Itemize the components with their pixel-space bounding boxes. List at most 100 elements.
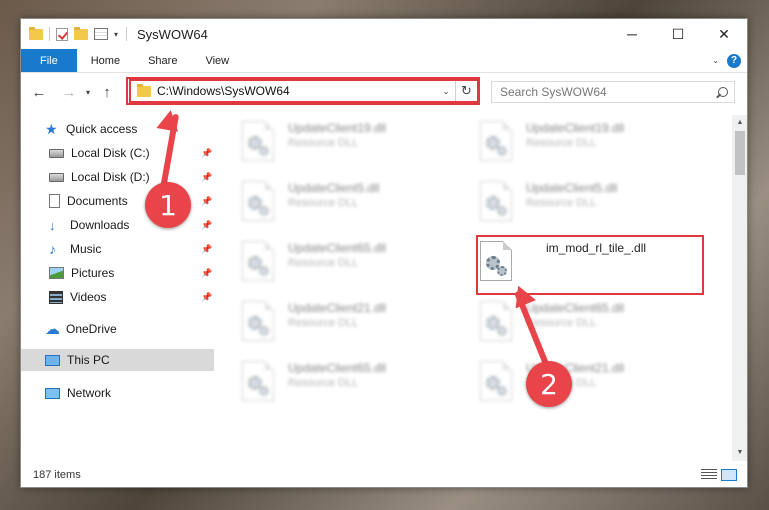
new-folder-icon[interactable]: [74, 26, 88, 40]
tab-share[interactable]: Share: [134, 49, 191, 72]
dll-file-icon: [242, 361, 274, 401]
this-pc-icon: [45, 354, 60, 366]
window-controls: ─ ☐ ✕: [609, 19, 747, 49]
pin-icon[interactable]: 📌: [201, 268, 212, 279]
pin-icon[interactable]: 📌: [201, 172, 212, 183]
status-bar: 187 items: [21, 463, 747, 487]
pin-icon[interactable]: 📌: [201, 148, 212, 159]
file-item[interactable]: UpdateClient65.dll Resource DLL: [452, 297, 682, 347]
item-count: 187 items: [33, 469, 81, 481]
sidebar-item-local-disk-d[interactable]: Local Disk (D:): [49, 166, 214, 188]
close-button[interactable]: ✕: [701, 19, 747, 49]
sidebar-item-pictures[interactable]: Pictures: [49, 262, 214, 284]
sidebar-item-label: This PC: [67, 353, 110, 367]
file-name: UpdateClient19.dll: [526, 121, 625, 135]
vertical-scrollbar[interactable]: ▲ ▼: [732, 115, 747, 461]
address-highlight-box: [126, 77, 480, 105]
search-box[interactable]: Search SysWOW64: [491, 81, 735, 103]
folder-icon: [29, 26, 43, 40]
large-icons-view-icon[interactable]: [721, 469, 737, 481]
annotation-arrow-head-1: [156, 108, 182, 132]
annotation-badge-2: 2: [526, 361, 572, 407]
dll-file-icon: [242, 181, 274, 221]
forward-button[interactable]: →: [57, 84, 81, 101]
file-type: Resource DLL: [288, 257, 359, 269]
file-item[interactable]: UpdateClient5.dll Resource DLL: [452, 177, 682, 227]
dll-file-icon: [242, 301, 274, 341]
scroll-thumb[interactable]: [735, 131, 745, 175]
sidebar-item-label: Documents: [67, 194, 128, 208]
file-name: UpdateClient5.dll: [288, 181, 380, 195]
sidebar-item-music[interactable]: ♪ Music: [49, 238, 214, 260]
expand-ribbon-icon[interactable]: ⌄: [712, 56, 719, 65]
sidebar-item-label: Local Disk (C:): [71, 146, 150, 160]
minimize-button[interactable]: ─: [609, 19, 655, 49]
properties-check-icon[interactable]: [56, 27, 68, 41]
chevron-down-icon[interactable]: ▾: [114, 30, 118, 39]
network-icon: [45, 387, 60, 399]
up-button[interactable]: ↑: [95, 84, 119, 101]
ribbon-tabs: File Home Share View ⌄ ?: [21, 49, 747, 73]
pin-icon[interactable]: 📌: [201, 196, 212, 207]
back-button[interactable]: ←: [27, 84, 51, 101]
sidebar-item-downloads[interactable]: ↓ Downloads: [49, 214, 214, 236]
file-item[interactable]: UpdateClient19.dll Resource DLL: [452, 117, 682, 167]
file-item[interactable]: UpdateClient65.dll Resource DLL: [214, 237, 444, 287]
sidebar-item-network[interactable]: Network: [45, 382, 214, 404]
details-view-icon[interactable]: [701, 469, 717, 481]
sidebar-item-label: Music: [70, 242, 102, 256]
videos-icon: [49, 290, 63, 304]
sidebar-item-videos[interactable]: Videos: [49, 286, 214, 308]
toolbar-separator: [49, 27, 50, 41]
music-icon: ♪: [49, 240, 56, 257]
ribbon-right: ⌄ ?: [712, 49, 747, 72]
sidebar-item-label: Videos: [70, 290, 107, 304]
pin-icon[interactable]: 📌: [201, 292, 212, 303]
quick-access-toolbar: ▾: [21, 26, 118, 41]
onedrive-icon: ☁: [45, 320, 60, 338]
help-icon[interactable]: ?: [727, 53, 741, 68]
file-name: UpdateClient21.dll: [288, 301, 387, 315]
tab-view[interactable]: View: [191, 49, 243, 72]
customize-icon[interactable]: [94, 28, 108, 40]
file-highlight-box: [476, 235, 704, 295]
file-item[interactable]: UpdateClient19.dll Resource DLL: [214, 117, 444, 167]
sidebar-item-local-disk-c[interactable]: Local Disk (C:): [49, 142, 214, 164]
dll-file-icon: [242, 241, 274, 281]
recent-locations-button[interactable]: ▾: [81, 88, 95, 97]
title-bar: ▾ SysWOW64 ─ ☐ ✕: [21, 19, 747, 49]
disk-icon: [49, 172, 64, 182]
sidebar-item-this-pc[interactable]: This PC: [21, 349, 214, 371]
file-type: Resource DLL: [288, 197, 359, 209]
search-input[interactable]: Search SysWOW64: [500, 85, 607, 99]
tab-file[interactable]: File: [21, 49, 77, 72]
sidebar-item-label: Local Disk (D:): [71, 170, 150, 184]
file-name: UpdateClient19.dll: [288, 121, 387, 135]
file-item[interactable]: UpdateClient21.dll Resource DLL: [214, 297, 444, 347]
sidebar-item-label: Network: [67, 386, 112, 400]
view-buttons: [701, 469, 747, 481]
pictures-icon: [49, 267, 64, 279]
file-name: UpdateClient65.dll: [526, 301, 625, 315]
navigation-pane: ★ Quick access Local Disk (C:) Local Dis…: [21, 115, 214, 461]
file-item[interactable]: UpdateClient5.dll Resource DLL: [214, 177, 444, 227]
pin-icon[interactable]: 📌: [201, 244, 212, 255]
file-type: Resource DLL: [288, 137, 359, 149]
tab-home[interactable]: Home: [77, 49, 134, 72]
sidebar-item-onedrive[interactable]: ☁ OneDrive: [45, 318, 214, 340]
scroll-down-arrow-icon[interactable]: ▼: [732, 445, 747, 461]
window-title: SysWOW64: [137, 26, 208, 42]
scroll-up-arrow-icon[interactable]: ▲: [732, 115, 747, 131]
documents-icon: [49, 194, 60, 208]
pin-icon[interactable]: 📌: [201, 220, 212, 231]
sidebar-item-label: Downloads: [70, 218, 130, 232]
file-type: Resource DLL: [288, 377, 359, 389]
star-icon: ★: [45, 120, 58, 137]
maximize-button[interactable]: ☐: [655, 19, 701, 49]
file-type: Resource DLL: [288, 317, 359, 329]
dll-file-icon: [480, 361, 512, 401]
search-icon[interactable]: [718, 87, 728, 97]
file-name: UpdateClient65.dll: [288, 241, 387, 255]
file-item[interactable]: UpdateClient65.dll Resource DLL: [214, 357, 444, 407]
sidebar-item-quick-access[interactable]: ★ Quick access: [45, 118, 214, 140]
